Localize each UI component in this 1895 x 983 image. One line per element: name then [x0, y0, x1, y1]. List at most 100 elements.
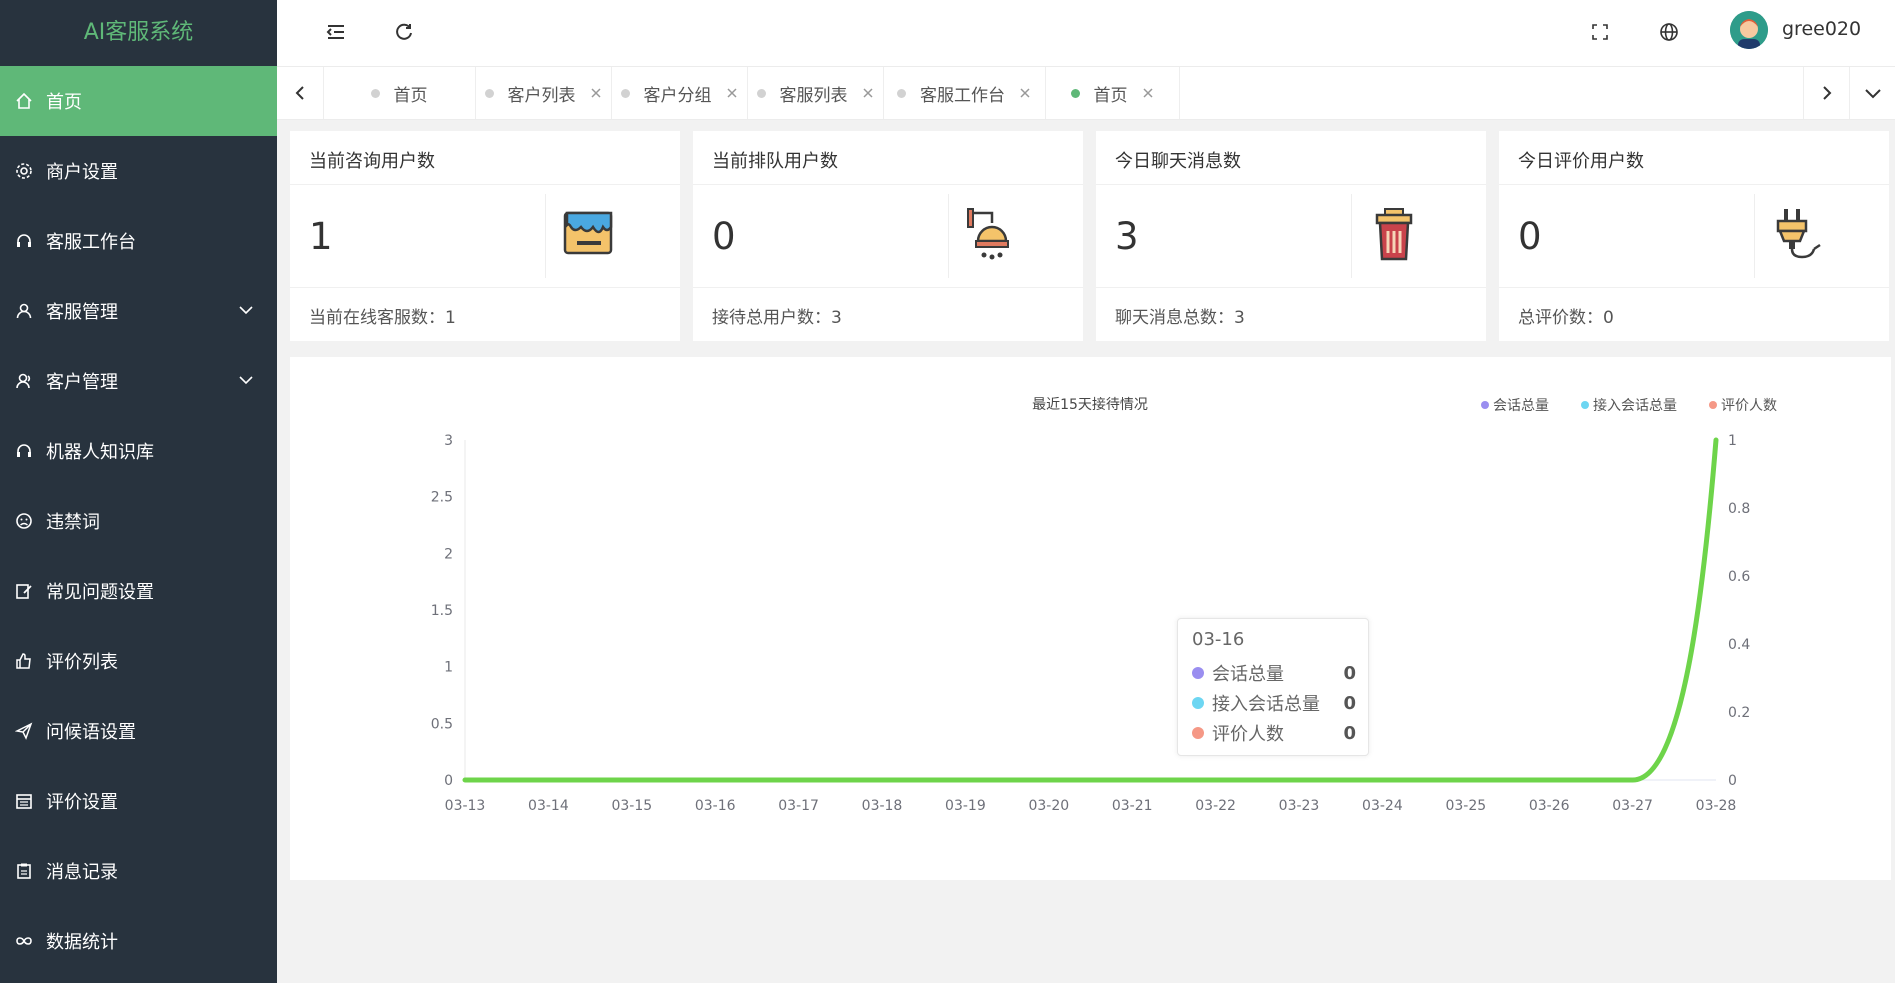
- divider: [545, 194, 546, 278]
- sidebar-item-label: 机器人知识库: [46, 442, 154, 463]
- divider: [290, 287, 680, 288]
- stat-card-value: 3: [1115, 215, 1139, 258]
- stat-card-title: 今日聊天消息数: [1115, 151, 1241, 172]
- tooltip-series-name: 会话总量: [1212, 664, 1284, 685]
- stat-card: 今日评价用户数 0 总评价数：0: [1499, 131, 1889, 341]
- chart-panel: [290, 357, 1891, 880]
- collapse-menu-button[interactable]: [321, 17, 351, 47]
- fullscreen-icon: [1592, 24, 1608, 40]
- sidebar-item-label: 违禁词: [46, 512, 100, 533]
- tooltip-row: 会话总量 0: [1192, 661, 1356, 685]
- username[interactable]: gree020: [1782, 18, 1861, 40]
- tab-4[interactable]: 客服工作台: [883, 67, 1046, 119]
- infinity-icon: [14, 931, 34, 951]
- divider: [1351, 194, 1352, 278]
- language-button[interactable]: [1654, 17, 1684, 47]
- avatar-face-icon: [1730, 11, 1768, 49]
- chart-tooltip: 03-16 会话总量 0 接入会话总量 0 评价人数 0: [1177, 618, 1369, 756]
- tooltip-series-value: 0: [1343, 662, 1356, 684]
- stat-card-footer: 聊天消息总数：3: [1115, 308, 1245, 328]
- sidebar-menu: 首页商户设置客服工作台客服管理客户管理机器人知识库 违禁词常见问题设置 评价列表问候…: [0, 66, 277, 976]
- edit-icon: [14, 581, 34, 601]
- sidebar-item-12[interactable]: 数据统计: [0, 906, 277, 976]
- tab-3[interactable]: 客服列表: [747, 67, 884, 119]
- sidebar-item-11[interactable]: 消息记录: [0, 836, 277, 906]
- divider: [1754, 194, 1755, 278]
- tab-status-dot: [484, 88, 494, 98]
- tooltip-title: 03-16: [1192, 629, 1245, 650]
- thumbs-up-icon: [14, 651, 34, 671]
- tabs-scroll-right-button[interactable]: [1803, 67, 1850, 119]
- sidebar-item-label: 评价列表: [46, 652, 118, 673]
- tabs-dropdown-button[interactable]: [1849, 67, 1895, 119]
- sidebar-item-label: 客服管理: [46, 302, 118, 323]
- sidebar-item-7[interactable]: 常见问题设置: [0, 556, 277, 626]
- sidebar-item-5[interactable]: 机器人知识库: [0, 416, 277, 486]
- headset-icon: [14, 231, 34, 251]
- globe-icon: [1660, 23, 1678, 41]
- sidebar-item-label: 常见问题设置: [46, 582, 154, 603]
- divider: [693, 287, 1083, 288]
- refresh-button[interactable]: [389, 17, 419, 47]
- avatar[interactable]: [1730, 11, 1768, 49]
- tab-label: 首页: [393, 85, 428, 106]
- stat-card: 当前排队用户数 0 接待总用户数：3: [693, 131, 1083, 341]
- tab-2[interactable]: 客户分组: [611, 67, 748, 119]
- stat-card: 今日聊天消息数 3 聊天消息总数：3: [1096, 131, 1486, 341]
- tab-label: 客服工作台: [920, 85, 1005, 106]
- stat-card-title: 当前排队用户数: [712, 151, 838, 172]
- sidebar: AI客服系统 首页商户设置客服工作台客服管理客户管理机器人知识库 违禁词常见问题设…: [0, 0, 277, 983]
- tooltip-series-name: 接入会话总量: [1212, 694, 1320, 715]
- sad-face-icon: [14, 511, 34, 531]
- tab-5[interactable]: 首页: [1045, 67, 1180, 119]
- divider: [1499, 287, 1889, 288]
- sidebar-item-4[interactable]: 客户管理: [0, 346, 277, 416]
- stat-card-value: 0: [1518, 215, 1542, 258]
- close-icon[interactable]: [1019, 87, 1031, 99]
- tabs-bar: 首页 客户列表 客户分组 客服列表 客服工作台 首页: [277, 67, 1895, 120]
- sidebar-item-label: 商户设置: [46, 162, 118, 183]
- sidebar-item-9[interactable]: 问候语设置: [0, 696, 277, 766]
- stat-card-footer: 当前在线客服数：1: [309, 308, 456, 328]
- sidebar-item-8[interactable]: 评价列表: [0, 626, 277, 696]
- sidebar-item-label: 评价设置: [46, 792, 118, 813]
- series-marker: [1192, 727, 1204, 739]
- tab-label: 客户分组: [643, 85, 712, 106]
- sidebar-item-0[interactable]: 首页: [0, 66, 277, 136]
- user-icon: [14, 301, 34, 321]
- close-icon[interactable]: [1142, 87, 1154, 99]
- stat-card-value: 0: [712, 215, 736, 258]
- stat-card-title: 今日评价用户数: [1518, 151, 1644, 172]
- menu-collapse-icon: [326, 25, 344, 39]
- series-marker: [1192, 667, 1204, 679]
- chevron-down-icon: [1865, 89, 1881, 99]
- plug-icon: [1776, 209, 1821, 259]
- tooltip-row: 接入会话总量 0: [1192, 691, 1356, 715]
- refresh-icon: [396, 23, 412, 40]
- fullscreen-button[interactable]: [1585, 17, 1615, 47]
- home-icon: [14, 91, 34, 111]
- tab-status-dot: [1070, 88, 1080, 98]
- close-icon[interactable]: [726, 87, 738, 99]
- divider: [290, 184, 680, 185]
- clipboard-icon: [14, 861, 34, 881]
- chevron-right-icon: [1823, 86, 1832, 100]
- stat-card-title: 当前咨询用户数: [309, 151, 435, 172]
- top-bar: gree020: [277, 0, 1895, 67]
- tabs-scroll-left-button[interactable]: [277, 67, 324, 119]
- app-logo-title: AI客服系统: [83, 20, 194, 45]
- sidebar-item-10[interactable]: 评价设置: [0, 766, 277, 836]
- tab-0[interactable]: 首页: [323, 67, 476, 119]
- stat-card: 当前咨询用户数 1 当前在线客服数：1: [290, 131, 680, 341]
- close-icon[interactable]: [590, 87, 602, 99]
- divider: [693, 184, 1083, 185]
- sidebar-item-3[interactable]: 客服管理: [0, 276, 277, 346]
- sidebar-item-1[interactable]: 商户设置: [0, 136, 277, 206]
- sidebar-item-6[interactable]: 违禁词: [0, 486, 277, 556]
- user-outline-icon: [14, 371, 34, 391]
- close-icon[interactable]: [862, 87, 874, 99]
- sidebar-item-label: 客户管理: [46, 372, 118, 393]
- sidebar-item-2[interactable]: 客服工作台: [0, 206, 277, 276]
- tab-1[interactable]: 客户列表: [475, 67, 612, 119]
- divider: [948, 194, 949, 278]
